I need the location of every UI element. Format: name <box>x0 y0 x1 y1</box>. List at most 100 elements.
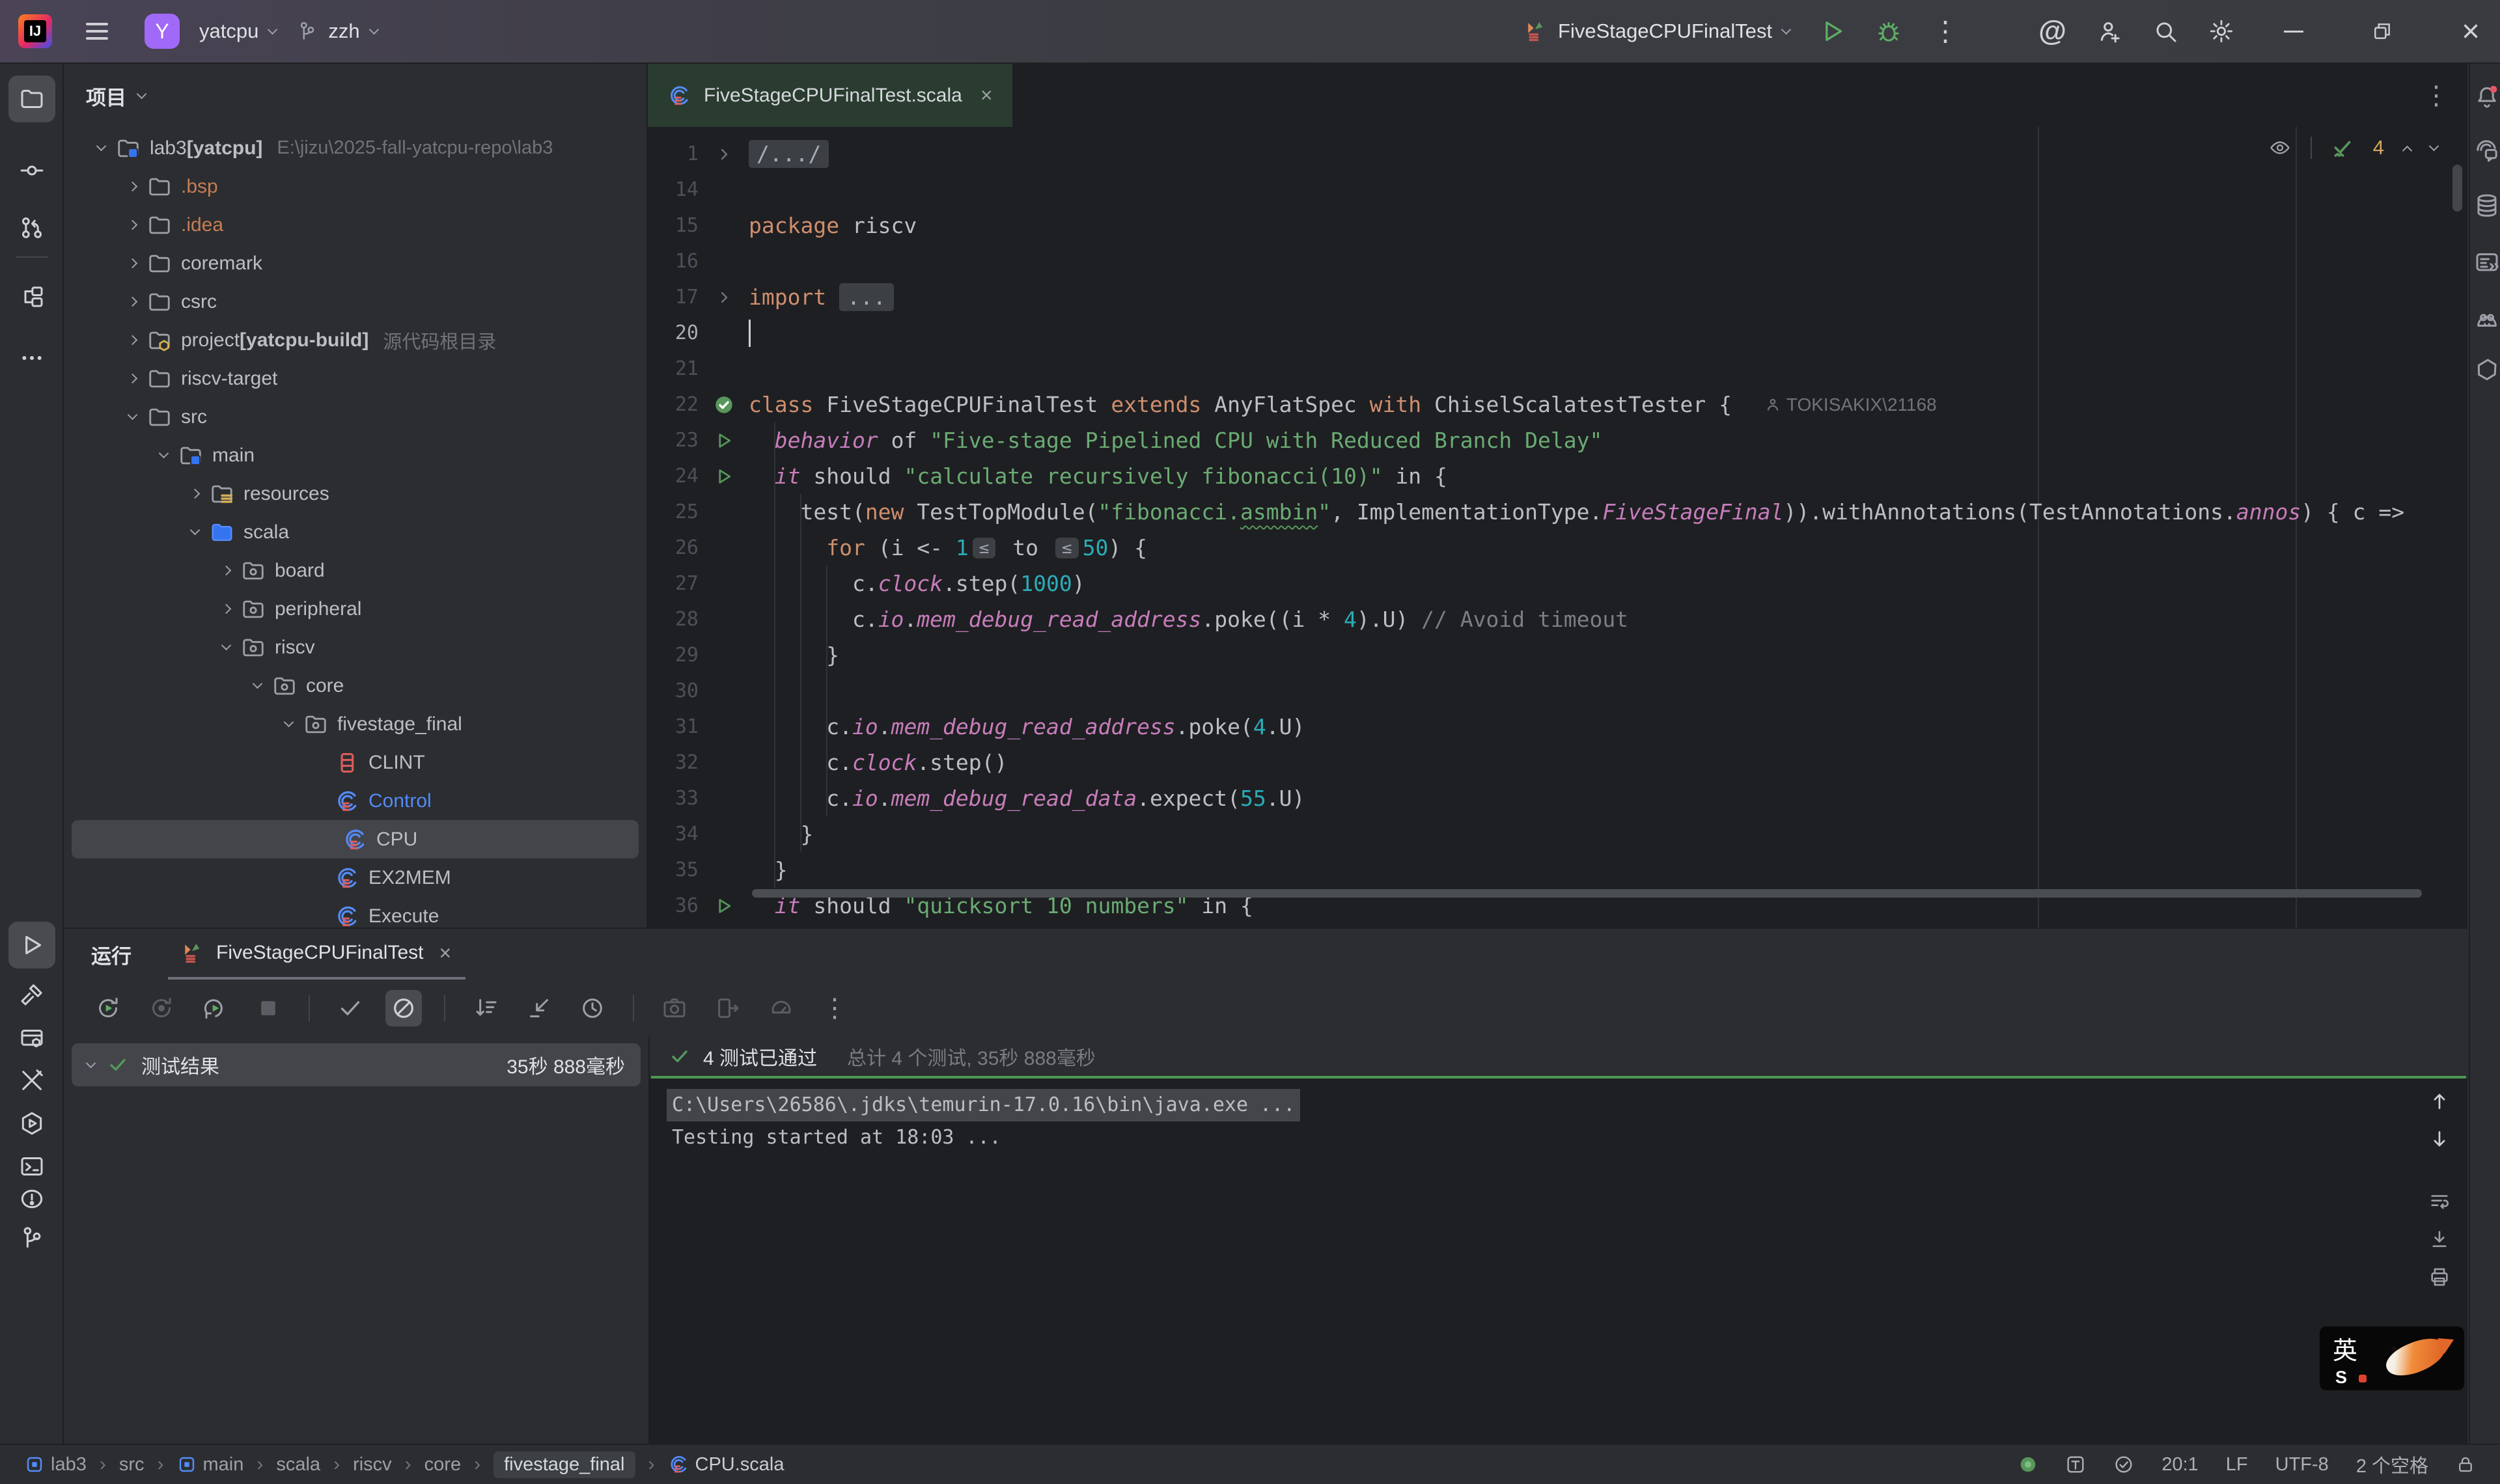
code-line[interactable]: 27 c.clock.step(1000) <box>648 566 2467 601</box>
tree-chevron-icon[interactable] <box>189 489 200 499</box>
code-with-me-button[interactable] <box>2096 18 2122 44</box>
hide-passed-button[interactable] <box>385 990 422 1026</box>
code-line[interactable]: 26 for (i <- 1≤ to ≤50) { <box>648 530 2467 566</box>
horizontal-scrollbar[interactable] <box>752 889 2422 898</box>
tree-item[interactable]: src <box>64 398 646 436</box>
code-line[interactable]: 20 <box>648 315 2467 351</box>
checks-passed-icon[interactable] <box>2113 1454 2134 1475</box>
scroll-to-end-icon[interactable] <box>2428 1228 2451 1250</box>
breadcrumb-item[interactable]: fivestage_final <box>493 1451 635 1478</box>
coverage-button[interactable] <box>763 990 799 1026</box>
project-panel-header[interactable]: 项目 <box>64 64 646 111</box>
minimize-button[interactable] <box>2264 0 2323 62</box>
pull-requests-tool-button[interactable] <box>8 204 55 251</box>
print-icon[interactable] <box>2428 1266 2451 1288</box>
run-tool-button[interactable] <box>8 922 55 969</box>
tree-item[interactable]: csrc <box>64 282 646 321</box>
tree-item[interactable]: .bsp <box>64 167 646 206</box>
breadcrumb-item[interactable]: CPU.scala <box>668 1454 785 1476</box>
sbt-tool-button[interactable] <box>2473 355 2500 384</box>
code-line[interactable]: 1/.../ <box>648 136 2467 172</box>
ai-assistant-tool-button[interactable] <box>2473 137 2500 165</box>
collapse-all-button[interactable] <box>521 990 557 1026</box>
breadcrumb-item[interactable]: scala <box>276 1454 320 1476</box>
more-tool-windows-button[interactable] <box>8 335 55 381</box>
run-configuration-selector[interactable]: FiveStageCPUFinalTest <box>1525 20 1790 43</box>
tree-chevron-icon[interactable] <box>127 182 137 192</box>
more-options-button[interactable]: ⋮ <box>816 990 853 1026</box>
project-tool-button[interactable] <box>8 76 55 122</box>
debug-button[interactable] <box>1876 18 1902 44</box>
tree-item[interactable]: resources <box>64 474 646 513</box>
prev-problem-icon[interactable] <box>2402 145 2413 156</box>
file-encoding[interactable]: UTF-8 <box>2275 1454 2329 1476</box>
tree-chevron-icon[interactable] <box>189 525 200 536</box>
tree-item[interactable]: project [yatcpu-build]源代码根目录 <box>64 321 646 359</box>
more-actions-button[interactable]: ⋮ <box>1932 18 1959 44</box>
breadcrumb-item[interactable]: lab3 <box>25 1454 87 1476</box>
editor-tab[interactable]: FiveStageCPUFinalTest.scala × <box>648 64 1012 127</box>
code-line[interactable]: 30 <box>648 673 2467 709</box>
inspections-widget[interactable]: 4 <box>2269 136 2438 159</box>
dev-tools-button[interactable] <box>8 1057 55 1104</box>
tree-chevron-icon[interactable] <box>127 374 137 384</box>
run-button[interactable] <box>1820 18 1846 44</box>
tree-chevron-icon[interactable] <box>221 604 231 614</box>
stop-button[interactable] <box>250 990 286 1026</box>
tree-item[interactable]: riscv-target <box>64 359 646 398</box>
tree-item[interactable]: peripheral <box>64 590 646 628</box>
toggle-auto-test-button[interactable] <box>197 990 233 1026</box>
tree-chevron-icon[interactable] <box>127 220 137 230</box>
documentation-tool-button[interactable] <box>2473 249 2500 277</box>
close-button[interactable]: × <box>2441 0 2500 62</box>
build-tool-button[interactable] <box>8 971 55 1018</box>
breadcrumb-item[interactable]: riscv <box>353 1454 392 1476</box>
version-control-tool-button[interactable] <box>8 1215 55 1261</box>
project-avatar[interactable]: Y <box>145 14 180 49</box>
tree-item[interactable]: Execute <box>64 897 646 928</box>
fold-icon[interactable] <box>699 290 749 305</box>
line-separator[interactable]: LF <box>2226 1454 2248 1476</box>
code-line[interactable]: 28 c.io.mem_debug_read_address.poke((i *… <box>648 601 2467 637</box>
search-icon[interactable] <box>2152 18 2178 44</box>
tree-chevron-icon[interactable] <box>127 258 137 269</box>
sbt-shell-tool-button[interactable] <box>8 1100 55 1147</box>
tree-chevron-icon[interactable] <box>127 410 137 420</box>
tree-chevron-icon[interactable] <box>252 679 262 689</box>
structure-tool-button[interactable] <box>8 273 55 320</box>
snapshot-button[interactable] <box>656 990 693 1026</box>
sort-by-duration-button[interactable] <box>467 990 504 1026</box>
tree-item[interactable]: board <box>64 551 646 590</box>
next-problem-icon[interactable] <box>2429 141 2439 151</box>
show-passed-button[interactable] <box>332 990 368 1026</box>
tree-item[interactable]: core <box>64 666 646 705</box>
code-line[interactable]: 23 behavior of "Five-stage Pipelined CPU… <box>648 422 2467 458</box>
test-results-root-row[interactable]: 测试结果 35秒 888毫秒 <box>72 1043 641 1086</box>
input-method-widget[interactable]: 英 S <box>2320 1326 2464 1390</box>
gradle-tool-button[interactable] <box>2473 306 2500 335</box>
database-tool-button[interactable] <box>2473 191 2500 220</box>
breadcrumb-item[interactable]: src <box>119 1454 145 1476</box>
tree-item[interactable]: main <box>64 436 646 474</box>
import-test-results-button[interactable] <box>710 990 746 1026</box>
lock-icon[interactable] <box>2456 1455 2475 1474</box>
code-editor[interactable]: 1/.../1415package riscv1617import ...202… <box>648 127 2467 928</box>
indent-setting[interactable]: 2 个空格 <box>2356 1451 2428 1478</box>
tree-item[interactable]: CPU <box>72 820 639 859</box>
code-line[interactable]: 24 it should "calculate recursively fibo… <box>648 458 2467 494</box>
project-selector[interactable]: yatcpu <box>199 20 276 43</box>
tree-chevron-icon[interactable] <box>158 448 169 459</box>
fold-icon[interactable] <box>699 146 749 162</box>
tree-chevron-icon[interactable] <box>127 335 137 346</box>
run-test-gutter-icon[interactable] <box>699 431 749 450</box>
code-line[interactable]: 31 c.io.mem_debug_read_address.poke(4.U) <box>648 709 2467 745</box>
sync-status-icon[interactable] <box>2018 1455 2038 1474</box>
code-line[interactable]: 16 <box>648 243 2467 279</box>
scroll-down-icon[interactable] <box>2428 1128 2451 1150</box>
code-line[interactable]: 34 } <box>648 816 2467 852</box>
console-output[interactable]: C:\Users\26586\.jdks\temurin-17.0.16\bin… <box>650 1079 2467 1444</box>
code-line[interactable]: 15package riscv <box>648 208 2467 243</box>
close-tab-icon[interactable]: × <box>980 83 993 107</box>
tree-chevron-icon[interactable] <box>221 566 231 576</box>
breadcrumb-item[interactable]: main <box>177 1454 244 1476</box>
